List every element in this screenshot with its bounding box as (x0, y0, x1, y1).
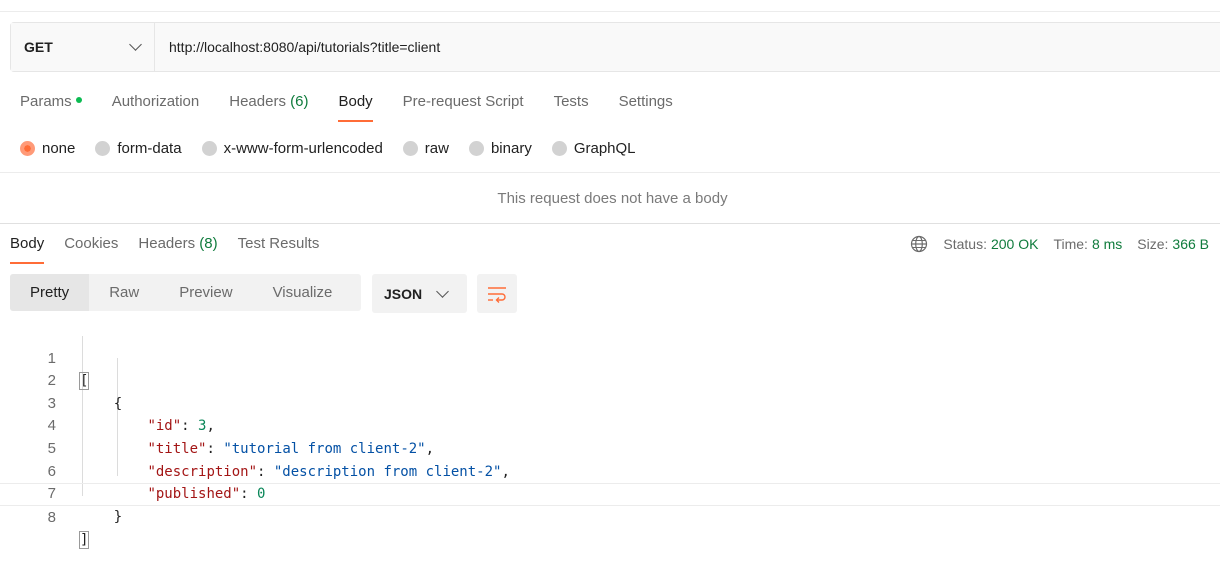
response-tabs: Body Cookies Headers (8) Test Results (10, 232, 319, 264)
code-line: 4 "title": "tutorial from client-2", (0, 393, 1220, 457)
response-tab-cookies[interactable]: Cookies (64, 232, 118, 264)
radio-form-data-label: form-data (117, 139, 182, 157)
radio-binary-circle[interactable] (468, 140, 484, 156)
radio-graphql-label: GraphQL (573, 139, 636, 157)
tab-body-label: Body (338, 93, 373, 110)
code-line: 6 "published": 0 (0, 438, 1220, 503)
tab-tests-label: Tests (553, 93, 589, 110)
tab-tests[interactable]: Tests (554, 88, 589, 124)
response-tab-body[interactable]: Body (10, 232, 45, 264)
response-tab-body-label: Body (10, 235, 45, 252)
method-select[interactable]: GET (11, 23, 155, 71)
tab-settings[interactable]: Settings (619, 88, 673, 124)
radio-none-label: none (42, 139, 76, 157)
response-tab-headers-label: Headers (138, 235, 196, 252)
response-status-bar: Status: 200 OK Time: 8 ms Size: 366 B (910, 232, 1209, 256)
radio-urlencoded-label: x-www-form-urlencoded (223, 139, 383, 157)
code-line: 2 { (0, 348, 1220, 412)
tab-pre-request-script-label: Pre-request Script (402, 93, 524, 110)
tab-headers[interactable]: Headers (6) (229, 88, 308, 124)
format-select[interactable]: JSON (372, 274, 467, 313)
tab-params[interactable]: Params (20, 88, 82, 124)
response-tab-headers-count: (8) (199, 235, 218, 252)
view-mode-switch: Pretty Raw Preview Visualize (10, 274, 361, 311)
tab-body[interactable]: Body (338, 88, 373, 124)
view-pretty[interactable]: Pretty (10, 274, 90, 311)
chevron-down-icon (436, 284, 449, 298)
radio-raw[interactable]: raw (402, 139, 449, 157)
params-indicator-dot (75, 97, 82, 104)
tab-params-label: Params (20, 93, 72, 110)
code-line: 7 } (0, 461, 1220, 525)
top-strip (0, 0, 1220, 12)
response-tab-headers[interactable]: Headers (8) (138, 232, 217, 264)
status-label: Status: (943, 236, 987, 252)
view-raw[interactable]: Raw (89, 274, 159, 311)
time-label: Time: (1053, 236, 1088, 252)
bracket: ] (78, 531, 90, 550)
radio-graphql-circle[interactable] (551, 140, 567, 156)
response-tab-test-results-label: Test Results (237, 235, 320, 252)
code-text: ] (78, 529, 90, 552)
tab-headers-label: Headers (229, 93, 286, 110)
request-url-bar: GET (10, 22, 1220, 72)
response-tab-test-results[interactable]: Test Results (238, 232, 320, 264)
code-line: 1 [ (0, 325, 1220, 391)
code-line: 3 "id": 3, (0, 370, 1220, 435)
view-visualize[interactable]: Visualize (253, 274, 353, 311)
time-value: 8 ms (1091, 236, 1123, 252)
code-text: } (80, 508, 123, 525)
tab-headers-count: (6) (290, 93, 309, 110)
response-code-view[interactable]: 1 [ 2 { 3 "id": 3, 4 "title": "tutorial … (0, 325, 1220, 550)
radio-none-circle[interactable] (20, 140, 35, 156)
chevron-down-icon (129, 38, 142, 51)
body-type-radios: none form-data x-www-form-urlencoded raw… (20, 137, 656, 159)
status-value: 200 OK (990, 236, 1039, 252)
method-label: GET (24, 39, 53, 55)
globe-icon[interactable] (910, 235, 928, 253)
wrap-lines-button[interactable] (477, 274, 517, 313)
radio-binary[interactable]: binary (468, 139, 532, 157)
time-item[interactable]: Time: 8 ms (1053, 236, 1122, 252)
radio-graphql[interactable]: GraphQL (551, 139, 636, 157)
tab-authorization[interactable]: Authorization (112, 88, 200, 124)
request-body-empty: This request does not have a body (0, 172, 1220, 224)
code-line-active: 8 ] (0, 483, 1220, 550)
size-item[interactable]: Size: 366 B (1137, 236, 1209, 252)
status-item[interactable]: Status: 200 OK (943, 236, 1038, 252)
tab-pre-request-script[interactable]: Pre-request Script (403, 88, 524, 124)
wrap-lines-icon (488, 286, 506, 303)
radio-form-data-circle[interactable] (95, 140, 111, 156)
radio-raw-label: raw (424, 139, 449, 157)
radio-raw-circle[interactable] (402, 140, 418, 156)
tab-authorization-label: Authorization (111, 93, 200, 110)
no-body-message: This request does not have a body (497, 189, 728, 207)
view-preview[interactable]: Preview (159, 274, 252, 311)
radio-form-data[interactable]: form-data (95, 139, 182, 157)
tab-settings-label: Settings (618, 93, 673, 110)
radio-none[interactable]: none (20, 140, 75, 157)
radio-binary-label: binary (490, 139, 532, 157)
line-number: 8 (47, 508, 56, 526)
size-label: Size: (1137, 236, 1169, 252)
code-line: 5 "description": "description from clien… (0, 415, 1220, 480)
size-value: 366 B (1172, 236, 1209, 252)
url-input[interactable] (155, 23, 1220, 71)
response-tab-cookies-label: Cookies (64, 235, 119, 252)
request-tabs: Params Authorization Headers (6) Body Pr… (20, 88, 673, 124)
format-label: JSON (384, 285, 423, 302)
radio-urlencoded-circle[interactable] (201, 140, 217, 156)
radio-x-www-form-urlencoded[interactable]: x-www-form-urlencoded (201, 139, 383, 157)
